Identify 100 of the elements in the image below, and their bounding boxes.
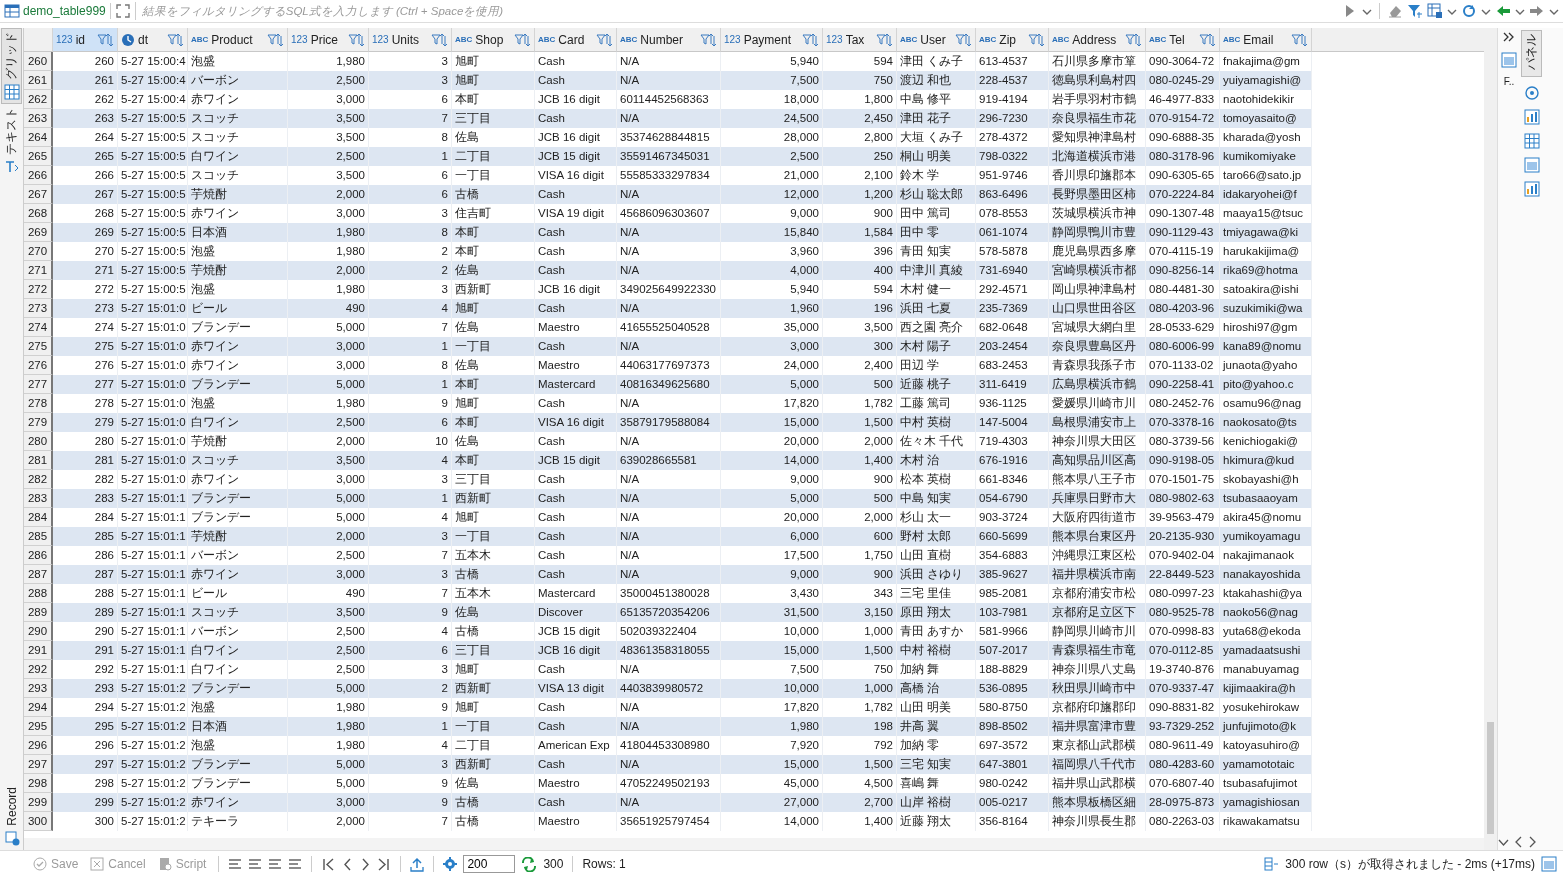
back-arrow-icon[interactable]	[1495, 3, 1511, 19]
fetch-size-field[interactable]: 200	[463, 855, 516, 873]
column-header[interactable]: 123 Payment	[721, 28, 823, 52]
grid-icon[interactable]	[1523, 133, 1540, 149]
row-number[interactable]: 266	[24, 166, 53, 185]
filter-sort-icon[interactable]	[431, 32, 448, 47]
filter-sort-icon[interactable]	[1199, 32, 1216, 47]
filter-sort-icon[interactable]	[167, 32, 184, 47]
chart-icon[interactable]	[1523, 109, 1540, 125]
column-header[interactable]: 123 Price	[288, 28, 369, 52]
row-number[interactable]: 260	[24, 52, 53, 71]
filter-sort-icon[interactable]	[876, 32, 893, 47]
row-number[interactable]: 267	[24, 185, 53, 204]
row-number[interactable]: 300	[24, 812, 53, 831]
last-page-icon[interactable]	[377, 856, 392, 872]
row-number[interactable]: 283	[24, 489, 53, 508]
row-number[interactable]: 277	[24, 375, 53, 394]
scroll-left-icon[interactable]	[1514, 836, 1523, 848]
panel-icon[interactable]	[1501, 52, 1517, 68]
row-number[interactable]: 270	[24, 242, 53, 261]
row-number[interactable]: 261	[24, 71, 53, 90]
row-number[interactable]: 287	[24, 565, 53, 584]
column-header[interactable]: 123 Units	[369, 28, 452, 52]
column-header[interactable]: 123 Tax	[823, 28, 897, 52]
row-number[interactable]: 286	[24, 546, 53, 565]
row-number[interactable]: 295	[24, 717, 53, 736]
filter-sort-icon[interactable]	[955, 32, 972, 47]
scrollbar-thumb[interactable]	[1487, 722, 1494, 834]
filter-sort-icon[interactable]	[1291, 32, 1308, 47]
row-number[interactable]: 265	[24, 147, 53, 166]
row-number[interactable]: 279	[24, 413, 53, 432]
row-number[interactable]: 297	[24, 755, 53, 774]
row-number[interactable]: 268	[24, 204, 53, 223]
row-number[interactable]: 281	[24, 451, 53, 470]
filter-sort-icon[interactable]	[596, 32, 613, 47]
row-edit-icon[interactable]	[288, 857, 303, 871]
filter-sort-icon[interactable]	[348, 32, 365, 47]
table-filter-icon[interactable]	[1427, 3, 1443, 19]
filter-sort-icon[interactable]	[267, 32, 284, 47]
sync-icon[interactable]	[1461, 3, 1477, 19]
filter-sort-icon[interactable]	[700, 32, 717, 47]
next-icon[interactable]	[359, 856, 372, 872]
column-header[interactable]: ABC User	[897, 28, 976, 52]
row-number[interactable]: 284	[24, 508, 53, 527]
row-number[interactable]: 280	[24, 432, 53, 451]
column-header[interactable]: dt	[118, 28, 188, 52]
column-header[interactable]: ABC Number	[617, 28, 721, 52]
filter-sort-icon[interactable]	[1028, 32, 1045, 47]
panel-icon[interactable]	[1523, 157, 1540, 173]
record-tab[interactable]: Record	[2, 784, 21, 850]
panels-tab[interactable]: パネル	[1521, 30, 1542, 77]
column-header[interactable]: ABC Product	[188, 28, 288, 52]
row-edit-icon[interactable]	[248, 857, 263, 871]
row-number[interactable]: 291	[24, 641, 53, 660]
editor-tab[interactable]: demo_table999	[4, 3, 111, 19]
row-number[interactable]: 274	[24, 318, 53, 337]
scroll-down-icon[interactable]	[1498, 837, 1509, 847]
row-number[interactable]: 290	[24, 622, 53, 641]
row-number[interactable]: 264	[24, 128, 53, 147]
row-number[interactable]: 269	[24, 223, 53, 242]
filter-sort-icon[interactable]	[802, 32, 819, 47]
row-number[interactable]: 292	[24, 660, 53, 679]
row-number[interactable]: 289	[24, 603, 53, 622]
row-number[interactable]: 276	[24, 356, 53, 375]
row-number[interactable]: 294	[24, 698, 53, 717]
forward-arrow-icon[interactable]	[1529, 3, 1545, 19]
row-number[interactable]: 293	[24, 679, 53, 698]
column-header[interactable]: ABC Shop	[452, 28, 535, 52]
view-tab[interactable]: グリッド	[1, 28, 22, 104]
double-chevron-icon[interactable]	[1502, 30, 1516, 44]
row-number[interactable]: 296	[24, 736, 53, 755]
column-header[interactable]: ABC Address	[1049, 28, 1146, 52]
expand-icon[interactable]	[114, 3, 131, 19]
chart-icon[interactable]	[1523, 181, 1540, 197]
row-number[interactable]: 275	[24, 337, 53, 356]
first-page-icon[interactable]	[321, 856, 336, 872]
column-header[interactable]: ABC Zip	[976, 28, 1049, 52]
refresh-icon[interactable]	[521, 856, 538, 872]
row-number[interactable]: 263	[24, 109, 53, 128]
target-icon[interactable]	[1523, 85, 1540, 101]
filter-sort-icon[interactable]	[1125, 32, 1142, 47]
row-number[interactable]: 271	[24, 261, 53, 280]
scroll-right-icon[interactable]	[1528, 836, 1537, 848]
export-icon[interactable]	[410, 856, 425, 872]
row-number[interactable]: 299	[24, 793, 53, 812]
column-header[interactable]: ABC Email	[1220, 28, 1312, 52]
row-edit-icon[interactable]	[268, 857, 283, 871]
filter-icon[interactable]	[1407, 3, 1423, 19]
eraser-icon[interactable]	[1387, 3, 1403, 19]
row-number[interactable]: 288	[24, 584, 53, 603]
row-number[interactable]: 272	[24, 280, 53, 299]
row-number[interactable]: 278	[24, 394, 53, 413]
column-header[interactable]: 123 id	[53, 28, 118, 52]
row-number[interactable]: 282	[24, 470, 53, 489]
row-edit-icon[interactable]	[228, 857, 243, 871]
settings-icon[interactable]	[443, 857, 458, 871]
row-number[interactable]: 298	[24, 774, 53, 793]
row-number[interactable]: 285	[24, 527, 53, 546]
filter-sort-icon[interactable]	[97, 32, 114, 47]
row-number[interactable]: 262	[24, 90, 53, 109]
